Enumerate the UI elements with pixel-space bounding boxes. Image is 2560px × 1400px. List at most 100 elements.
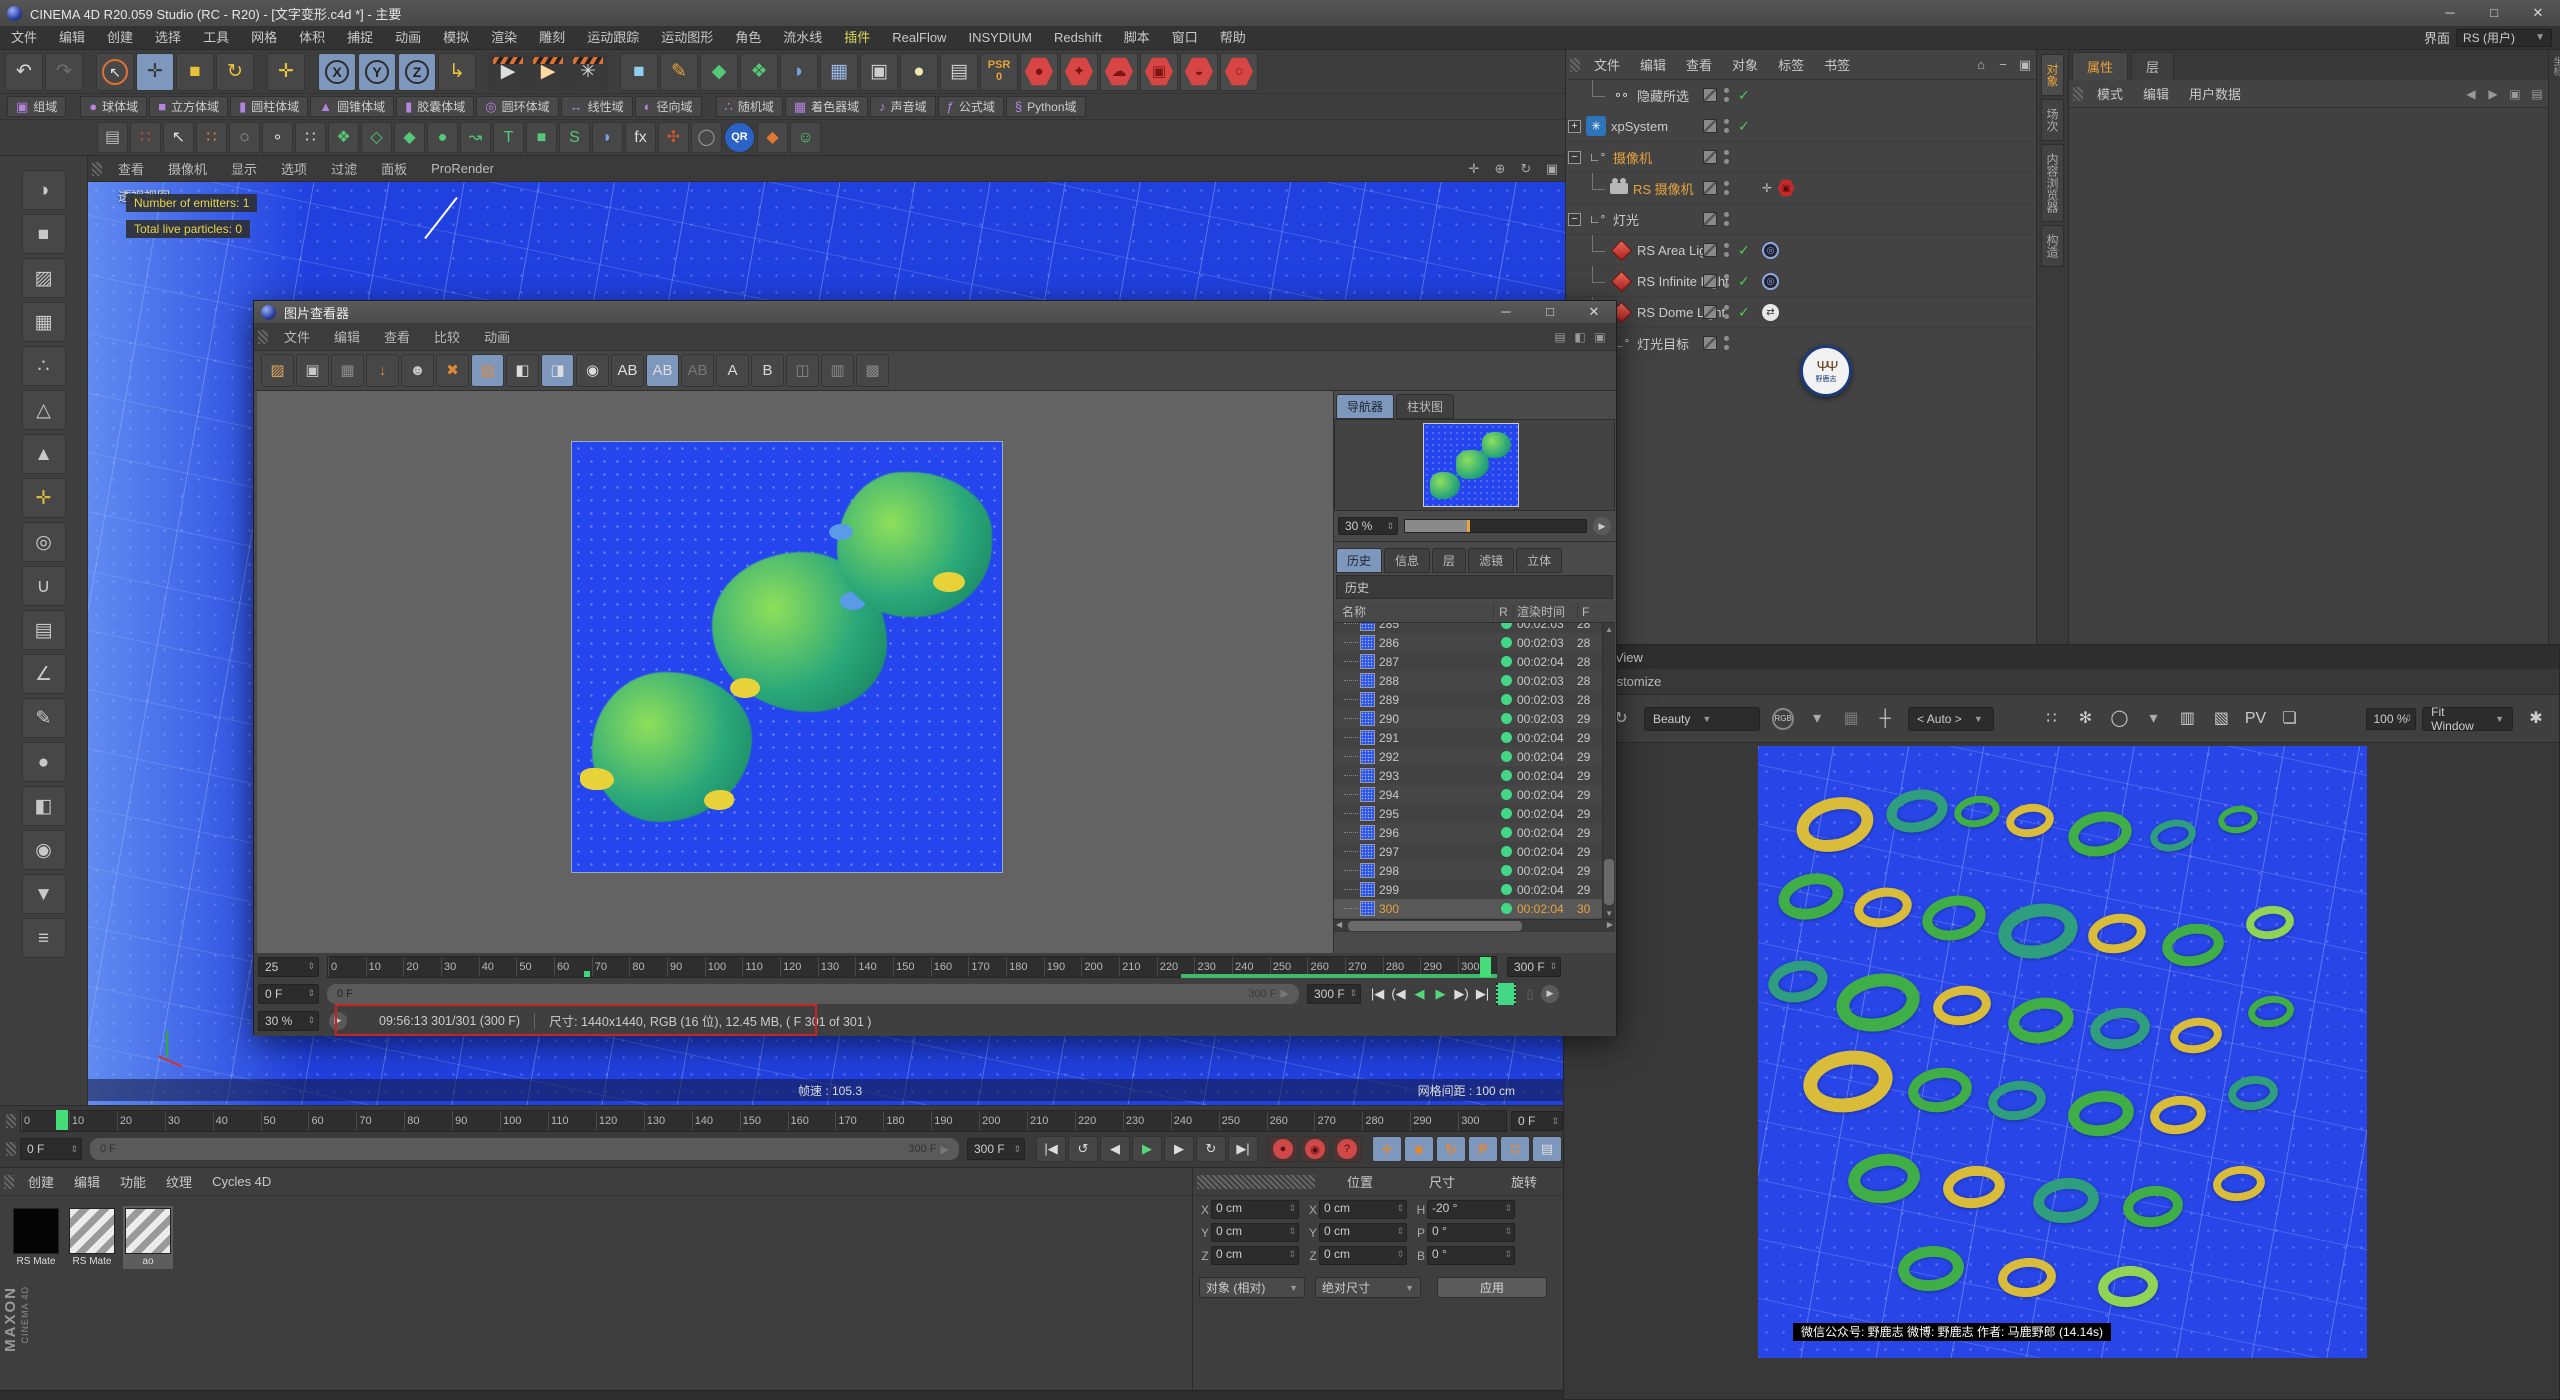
texture-mode-icon[interactable]: ▨ — [22, 258, 66, 298]
history-book-icon[interactable]: ▤ — [471, 354, 504, 387]
attribute-menu-item[interactable]: 模式 — [2087, 84, 2133, 103]
rotation-field[interactable]: 0 ° — [1427, 1246, 1515, 1265]
sculpt-tool-icon[interactable]: ● — [22, 742, 66, 782]
cone-field[interactable]: ▲ 圆锥体域 — [310, 96, 394, 117]
move-icon[interactable]: ✛ — [136, 53, 174, 91]
paint-tool-icon[interactable]: ✎ — [22, 698, 66, 738]
navigator-zoom-field[interactable]: 30 % — [1338, 517, 1398, 535]
history-row[interactable]: 300 00:02:04 30 — [1334, 899, 1615, 918]
key-scale-icon[interactable]: ■ — [1404, 1136, 1434, 1162]
pv-panel-icon[interactable]: ▣ — [1590, 330, 1610, 344]
close-button[interactable]: ✕ — [2516, 0, 2560, 26]
enabled-check-icon[interactable]: ✓ — [1738, 87, 1750, 104]
sphere-field[interactable]: ● 球体域 — [80, 96, 147, 117]
fracture-icon[interactable]: ◆ — [394, 122, 425, 153]
history-row[interactable]: 295 00:02:04 29 — [1334, 804, 1615, 823]
pv-play-icon[interactable]: ▶ — [1431, 984, 1450, 1004]
pv-frame-field[interactable]: 0 F — [258, 984, 319, 1004]
scrollbar-thumb[interactable] — [1604, 859, 1614, 905]
play-backwards-icon[interactable]: ↺ — [1068, 1136, 1098, 1162]
shader-field[interactable]: ▦ 着色器域 — [785, 96, 868, 117]
layer-toggle[interactable] — [1703, 181, 1717, 195]
object-manager-menu-item[interactable]: 文件 — [1584, 55, 1630, 74]
sweep-icon[interactable]: S — [559, 122, 590, 153]
voronoi-fracture-icon[interactable]: ● — [427, 122, 458, 153]
rv-settings-icon[interactable]: ✱ — [2520, 703, 2552, 735]
frame-field[interactable]: 0 F — [20, 1138, 82, 1160]
material-swatch[interactable] — [69, 1208, 115, 1254]
bucket-dropdown[interactable]: < Auto >▼ — [1908, 707, 1994, 731]
right-dock-tab-coordinates[interactable]: 坐标 — [2549, 56, 2560, 76]
separator[interactable] — [307, 53, 316, 91]
history-row[interactable]: 286 00:02:03 28 — [1334, 633, 1615, 652]
history-row[interactable]: 292 00:02:04 29 — [1334, 747, 1615, 766]
generator-icon[interactable]: ◆ — [700, 53, 738, 91]
pv-next-mark-icon[interactable]: ▶) — [1452, 984, 1471, 1004]
side-tab[interactable]: 内容浏览器 — [2041, 144, 2064, 222]
goto-end-icon[interactable]: ▶| — [1228, 1136, 1258, 1162]
visibility-dots[interactable] — [1724, 212, 1729, 226]
rv-snapshot-icon[interactable]: ▥ — [2171, 703, 2203, 735]
visibility-dots[interactable] — [1724, 88, 1729, 102]
make-editable-icon[interactable]: ◑ — [22, 170, 66, 210]
selection-filter-icon[interactable]: ▼ — [22, 874, 66, 914]
menu-item[interactable]: 运动跟踪 — [576, 26, 650, 50]
step-back-icon[interactable]: ◀ — [1100, 1136, 1130, 1162]
menu-item[interactable]: 雕刻 — [528, 26, 576, 50]
deform-blue-icon[interactable]: ◗ — [592, 122, 623, 153]
workplane-mode-icon[interactable]: ▦ — [22, 302, 66, 342]
object-tree-item[interactable]: 灯光目标 ✓ ✛ ▣ ◎ ⇄ — [1566, 328, 2036, 359]
vp-maximize-icon[interactable]: ▣ — [1539, 161, 1565, 177]
ab-blend-icon[interactable]: ◫ — [786, 354, 819, 387]
picture-viewer-menu-item[interactable]: 动画 — [472, 327, 522, 346]
menu-item[interactable]: Redshift — [1043, 26, 1113, 50]
record-keyframe-icon[interactable]: ● — [1268, 1136, 1298, 1162]
menu-item[interactable]: 渲染 — [480, 26, 528, 50]
scene-nodes-icon[interactable]: ▤ — [97, 122, 128, 153]
object-manager-menu-item[interactable]: 查看 — [1676, 55, 1722, 74]
om-addview-icon[interactable]: ▣ — [2014, 57, 2036, 73]
material-item[interactable]: RS Mate — [67, 1206, 117, 1269]
fullscreen-eye-icon[interactable]: ◉ — [576, 354, 609, 387]
scroll-left-icon[interactable]: ◀ — [1336, 920, 1342, 929]
material-item[interactable]: RS Mate — [11, 1206, 61, 1269]
model-mode-icon[interactable]: ■ — [22, 214, 66, 254]
points-mode-icon[interactable]: ∴ — [22, 346, 66, 386]
rs-environment-icon[interactable]: ☁ — [1100, 53, 1138, 91]
enabled-check-icon[interactable]: ✓ — [1738, 304, 1750, 321]
keyframe-selection-icon[interactable]: ? — [1332, 1136, 1362, 1162]
menu-item[interactable]: 运动图形 — [650, 26, 724, 50]
camera-icon[interactable]: ▣ — [860, 53, 898, 91]
material-menu-item[interactable]: 功能 — [110, 1172, 156, 1191]
key-pla-icon[interactable]: ∷ — [1500, 1136, 1530, 1162]
tab-layers[interactable]: 层 — [2131, 52, 2174, 80]
snap-enable-icon[interactable]: ∪ — [22, 566, 66, 606]
attr-menu-icon[interactable]: ▤ — [2526, 87, 2548, 101]
scroll-up-icon[interactable]: ▲ — [1605, 625, 1613, 634]
object-tree-item[interactable]: 灯光 ✓ ✛ ▣ ◎ ⇄ — [1566, 204, 2036, 235]
fit-dropdown[interactable]: Fit Window▼ — [2422, 707, 2513, 731]
key-position-icon[interactable]: ✛ — [1372, 1136, 1402, 1162]
maximize-button[interactable]: □ — [2472, 0, 2516, 26]
single-view-icon[interactable]: ◧ — [506, 354, 539, 387]
layer-toggle[interactable] — [1703, 119, 1717, 133]
enabled-check-icon[interactable]: ✓ — [1738, 273, 1750, 290]
column-f[interactable]: F — [1578, 605, 1615, 619]
pv-goto-end-icon[interactable]: ▶| — [1473, 984, 1492, 1004]
menu-item[interactable]: INSYDIUM — [957, 26, 1043, 50]
matrix-icon[interactable]: ◇ — [361, 122, 392, 153]
visibility-dots[interactable] — [1724, 243, 1729, 257]
rv-grid-icon[interactable]: ▦ — [1835, 703, 1867, 735]
side-panel-tab[interactable]: 层 — [1432, 548, 1466, 573]
rotation-field[interactable]: -20 ° — [1427, 1200, 1515, 1219]
select-cursor-icon[interactable]: ↖ — [163, 122, 194, 153]
menu-item[interactable]: 编辑 — [48, 26, 96, 50]
material-swatch[interactable] — [125, 1208, 171, 1254]
layer-toggle[interactable] — [1703, 336, 1717, 350]
viewport-menu-item[interactable]: 过滤 — [319, 159, 369, 178]
coord-system-icon[interactable]: ↳ — [438, 53, 476, 91]
material-item[interactable]: ao — [123, 1206, 173, 1269]
rv-lock-icon[interactable] — [2001, 703, 2033, 735]
open-icon[interactable]: ▨ — [261, 354, 294, 387]
size-field[interactable]: 0 cm — [1319, 1246, 1407, 1265]
